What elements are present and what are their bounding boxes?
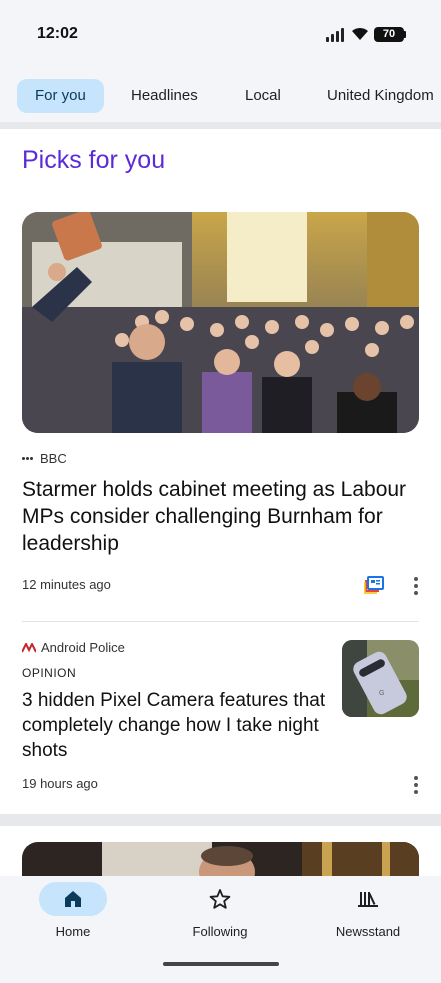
- android-police-logo-icon: [22, 642, 36, 652]
- home-icon: [65, 891, 81, 907]
- nav-following[interactable]: Following: [160, 882, 280, 939]
- nav-home[interactable]: Home: [13, 882, 133, 939]
- bbc-logo-icon: [22, 454, 34, 464]
- nav-home-pill: [39, 882, 107, 916]
- section-divider: [0, 814, 441, 826]
- more-options-icon[interactable]: [413, 776, 419, 794]
- home-indicator: [163, 962, 279, 966]
- tab-headlines[interactable]: Headlines: [131, 79, 198, 113]
- star-icon: [209, 889, 231, 909]
- more-options-icon[interactable]: [413, 577, 419, 595]
- article-source: Android Police: [22, 640, 125, 655]
- category-tabs: For you Headlines Local United Kingdom: [0, 64, 441, 122]
- battery-icon: 70: [374, 27, 404, 42]
- tab-local[interactable]: Local: [245, 79, 281, 113]
- nav-newsstand[interactable]: Newsstand: [308, 882, 428, 939]
- article-time: 19 hours ago: [22, 776, 98, 791]
- tab-for-you[interactable]: For you: [17, 79, 104, 113]
- article-headline[interactable]: Starmer holds cabinet meeting as Labour …: [22, 476, 412, 557]
- full-coverage-icon[interactable]: [364, 576, 384, 594]
- source-name: Android Police: [41, 640, 125, 655]
- nav-home-label: Home: [55, 924, 91, 939]
- wifi-icon: [352, 27, 368, 40]
- article-thumbnail[interactable]: G: [342, 640, 419, 717]
- article-time: 12 minutes ago: [22, 577, 111, 592]
- battery-tip: [404, 31, 406, 38]
- article-source: BBC: [22, 451, 67, 466]
- newsstand-icon: [358, 892, 378, 907]
- bottom-navigation: Home Following Newsstand: [0, 876, 441, 983]
- section-divider: [0, 122, 441, 129]
- section-title: Picks for you: [22, 146, 166, 174]
- nav-following-pill: [186, 882, 254, 916]
- svg-text:G: G: [379, 690, 384, 697]
- status-time: 12:02: [37, 25, 78, 42]
- source-name: BBC: [40, 451, 67, 466]
- article-hero-image[interactable]: [22, 212, 419, 433]
- article-headline[interactable]: 3 hidden Pixel Camera features that comp…: [22, 688, 334, 763]
- opinion-label: OPINION: [22, 666, 77, 680]
- article-divider: [22, 621, 419, 622]
- nav-newsstand-pill: [334, 882, 402, 916]
- nav-newsstand-label: Newsstand: [335, 924, 401, 939]
- status-bar: 12:02 70: [0, 0, 441, 64]
- nav-following-label: Following: [192, 924, 248, 939]
- signal-icon: [326, 28, 346, 42]
- tab-united-kingdom[interactable]: United Kingdom: [327, 79, 434, 113]
